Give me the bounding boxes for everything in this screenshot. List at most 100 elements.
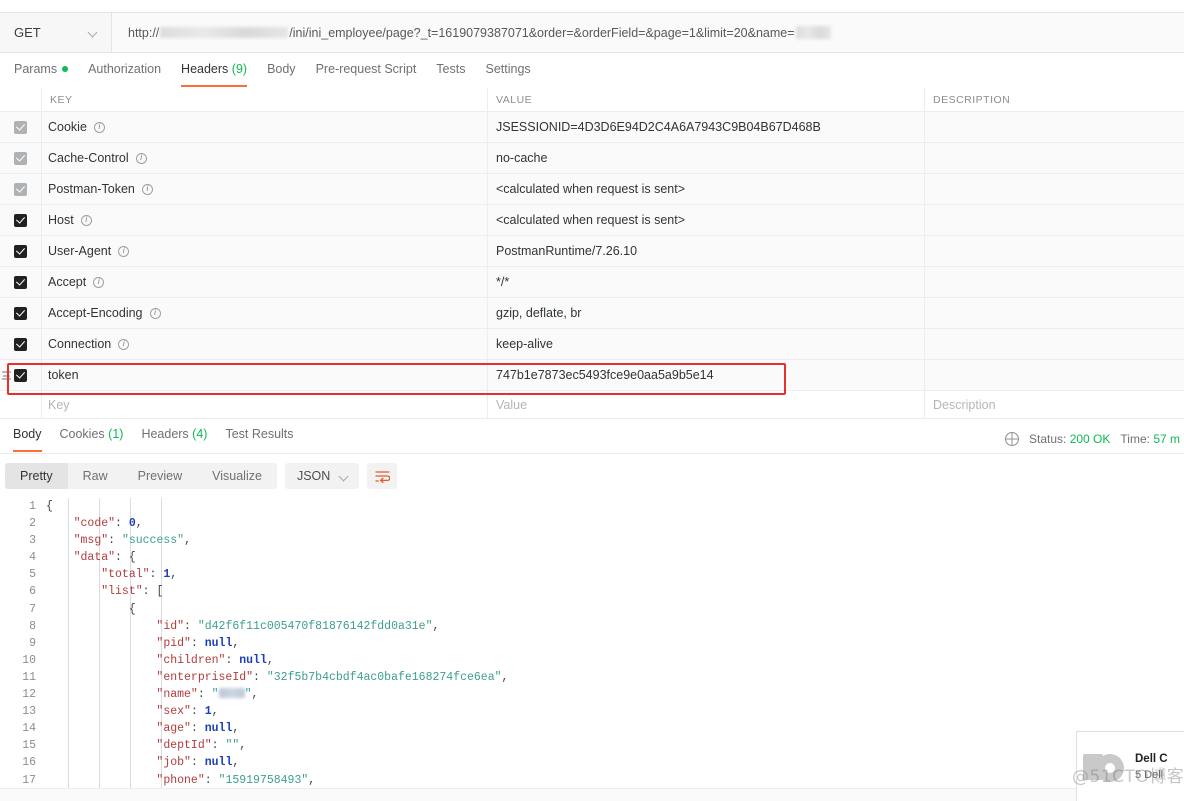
header-key-cell[interactable]: Accept-Encoding i [42,298,488,328]
header-description-cell[interactable] [925,174,1184,204]
new-row-key-input[interactable]: Key [42,391,488,418]
tab-authorization[interactable]: Authorization [78,61,171,86]
header-enabled-checkbox[interactable] [14,337,27,351]
new-row-value-input[interactable]: Value [488,391,925,418]
header-enabled-checkbox[interactable] [14,151,27,165]
header-key-text: Accept-Encoding [48,306,143,320]
json-line: 4 "data": { [0,549,1184,566]
view-mode-preview[interactable]: Preview [123,463,197,489]
response-view-toolbar: Pretty Raw Preview Visualize JSON [0,462,1184,490]
header-key-cell[interactable]: Postman-Token i [42,174,488,204]
header-value-text: <calculated when request is sent> [496,182,686,196]
header-description-cell[interactable] [925,267,1184,297]
tab-params-label: Params [14,62,58,76]
header-value-cell[interactable]: <calculated when request is sent> [488,205,925,235]
header-key-cell[interactable]: Connection i [42,329,488,359]
header-enabled-checkbox[interactable] [14,306,27,320]
table-row[interactable]: Host i <calculated when request is sent> [0,205,1184,236]
response-tab-cookies[interactable]: Cookies (1) [51,425,133,451]
info-icon[interactable]: i [93,121,105,133]
header-description-cell[interactable] [925,360,1184,390]
header-value-cell[interactable]: */* [488,267,925,297]
tab-headers[interactable]: Headers (9) [171,61,257,87]
header-value-cell[interactable]: PostmanRuntime/7.26.10 [488,236,925,266]
tab-tests[interactable]: Tests [426,61,475,86]
table-row[interactable]: Accept i */* [0,267,1184,298]
header-key-text: Connection [48,337,112,351]
header-key-cell[interactable]: Host i [42,205,488,235]
table-row[interactable]: token 747b1e7873ec5493fce9e0aa5a9b5e14 [0,360,1184,391]
header-key-cell[interactable]: Cookie i [42,112,488,142]
response-tab-body[interactable]: Body [4,425,51,452]
table-row[interactable]: Postman-Token i <calculated when request i… [0,174,1184,205]
table-row[interactable]: Cache-Control i no-cache [0,143,1184,174]
row-checkbox-cell [0,174,42,204]
table-row[interactable]: User-Agent i PostmanRuntime/7.26.10 [0,236,1184,267]
header-value-cell[interactable]: <calculated when request is sent> [488,174,925,204]
header-description-cell[interactable] [925,329,1184,359]
json-line-number: 14 [22,722,36,736]
info-icon[interactable]: i [135,152,147,164]
response-format-selector[interactable]: JSON [284,463,360,489]
headers-table-new-row[interactable]: Key Value Description [0,391,1184,419]
header-enabled-checkbox[interactable] [14,182,27,196]
response-body-json-viewer[interactable]: 1{2 "code": 0, 3 "msg": "success", 4 "data… [0,498,1184,788]
tab-settings-label: Settings [485,62,531,76]
response-tab-bar: Body Cookies (1) Headers (4) Test Result… [0,425,1184,454]
http-method-selector[interactable]: GET [0,13,112,52]
url-input[interactable]: http:// /ini/ini_employee/page?_t=1619079… [112,13,1184,52]
response-tab-headers[interactable]: Headers (4) [132,425,216,451]
header-key-cell[interactable]: Accept i [42,267,488,297]
header-value-cell[interactable]: gzip, deflate, br [488,298,925,328]
header-description-cell[interactable] [925,143,1184,173]
tab-params[interactable]: Params [4,61,78,86]
globe-icon[interactable] [1005,432,1019,446]
header-enabled-checkbox[interactable] [14,275,27,289]
info-icon[interactable]: i [118,245,130,257]
header-key-cell[interactable]: User-Agent i [42,236,488,266]
view-mode-raw[interactable]: Raw [68,463,123,489]
header-description-cell[interactable] [925,298,1184,328]
header-description-cell[interactable] [925,112,1184,142]
header-enabled-checkbox[interactable] [14,244,27,258]
column-header-value: VALUE [488,88,925,111]
header-key-cell[interactable]: token [42,360,488,390]
tab-pre-request-script[interactable]: Pre-request Script [306,61,427,86]
table-row[interactable]: Connection i keep-alive [0,329,1184,360]
view-mode-pretty[interactable]: Pretty [5,463,68,489]
table-row[interactable]: Cookie i JSESSIONID=4D3D6E94D2C4A6A7943C9B… [0,112,1184,143]
row-drag-handle[interactable] [2,370,11,381]
info-icon[interactable]: i [141,183,153,195]
header-key-text: token [48,368,79,382]
json-line-content: "data": { [73,551,136,565]
header-value-cell[interactable]: JSESSIONID=4D3D6E94D2C4A6A7943C9B04B67D4… [488,112,925,142]
tab-settings[interactable]: Settings [475,61,540,86]
json-lines: 1{2 "code": 0, 3 "msg": "success", 4 "data… [0,498,1184,788]
view-mode-visualize[interactable]: Visualize [197,463,277,489]
json-line-number: 16 [22,756,36,770]
header-description-cell[interactable] [925,236,1184,266]
json-line: 8 "id": "d42f6f11c005470f81876142fdd0a31… [0,618,1184,635]
wrap-lines-icon [375,470,390,483]
response-tab-test-results[interactable]: Test Results [216,425,302,451]
chevron-down-icon [340,472,349,481]
header-enabled-checkbox[interactable] [14,213,27,227]
json-line-content: "age": null, [156,722,240,736]
info-icon[interactable]: i [80,214,92,226]
info-icon[interactable]: i [149,307,161,319]
table-row[interactable]: Accept-Encoding i gzip, deflate, br [0,298,1184,329]
header-enabled-checkbox[interactable] [14,368,27,382]
header-enabled-checkbox[interactable] [14,120,27,134]
info-icon[interactable]: i [118,338,130,350]
tab-body[interactable]: Body [257,61,306,86]
header-value-cell[interactable]: no-cache [488,143,925,173]
header-key-cell[interactable]: Cache-Control i [42,143,488,173]
new-row-description-input[interactable]: Description [925,391,1184,418]
view-mode-group: Pretty Raw Preview Visualize [5,463,277,489]
header-value-cell[interactable]: 747b1e7873ec5493fce9e0aa5a9b5e14 [488,360,925,390]
header-value-cell[interactable]: keep-alive [488,329,925,359]
wrap-lines-button[interactable] [367,463,398,489]
header-description-cell[interactable] [925,205,1184,235]
header-value-text: no-cache [496,151,548,165]
info-icon[interactable]: i [93,276,105,288]
